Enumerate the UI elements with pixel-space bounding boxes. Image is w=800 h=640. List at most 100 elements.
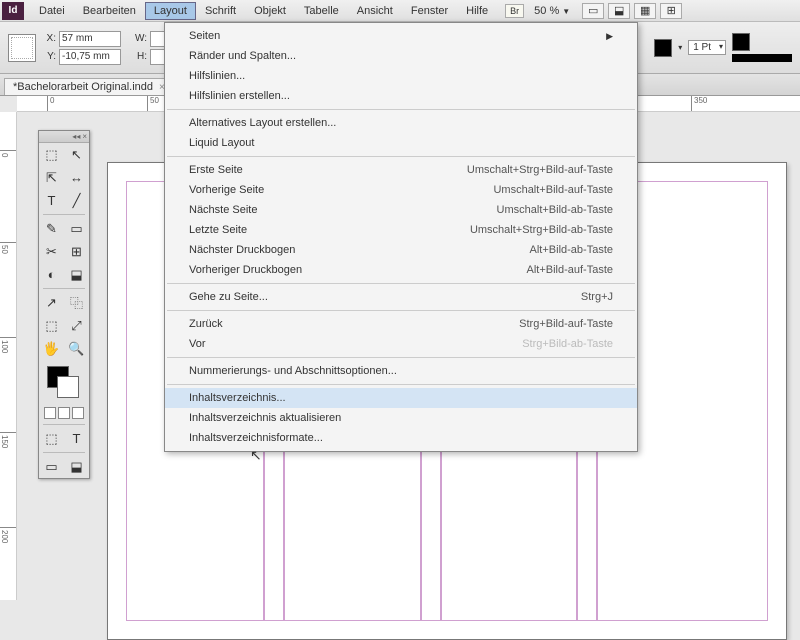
menu-item-letzte-seite[interactable]: Letzte Seite Umschalt+Strg+Bild-ab-Taste (165, 220, 637, 240)
tool-8[interactable]: ✂ (39, 240, 64, 263)
menu-shortcut: Umschalt+Bild-ab-Taste (497, 204, 613, 216)
menu-item-n-chster-druckbogen[interactable]: Nächster DruckbogenAlt+Bild-ab-Taste (165, 240, 637, 260)
menu-item-liquid-layout[interactable]: Liquid Layout (165, 133, 637, 153)
ruler-tick: 200 (0, 527, 16, 543)
tool-1[interactable]: ↖ (64, 143, 89, 166)
zoom-level[interactable]: 50 %▼ (534, 5, 570, 17)
menu-item-label: Gehe zu Seite... (189, 291, 268, 303)
h-label: H: (135, 51, 147, 62)
menu-divider (167, 384, 635, 385)
tool-0[interactable]: ⬚ (39, 143, 64, 166)
tool-5[interactable]: ╱ (64, 189, 89, 212)
menu-tabelle[interactable]: Tabelle (295, 2, 348, 20)
menu-hilfe[interactable]: Hilfe (457, 2, 497, 20)
fill-modes (39, 404, 89, 422)
ruler-tick: 150 (0, 432, 16, 448)
view-icon-2[interactable]: ⬓ (608, 3, 630, 19)
menu-item-vor: VorStrg+Bild-ab-Taste (165, 334, 637, 354)
tool-screen-1[interactable]: T (64, 427, 89, 450)
menu-shortcut: Umschalt+Strg+Bild-ab-Taste (470, 224, 613, 236)
menu-objekt[interactable]: Objekt (245, 2, 295, 20)
chevron-down-icon[interactable]: ▾ (678, 43, 682, 52)
menu-item-inhaltsverzeichnisformate[interactable]: Inhaltsverzeichnisformate... (165, 428, 637, 448)
tool-view-1[interactable]: ⬓ (64, 455, 89, 478)
menu-item-gehe-zu-seite[interactable]: Gehe zu Seite...Strg+J (165, 287, 637, 307)
menu-divider (167, 357, 635, 358)
tool-14[interactable]: ⬚ (39, 314, 64, 337)
tool-2[interactable]: ⇱ (39, 166, 64, 189)
background-swatch[interactable] (57, 376, 79, 398)
menu-item-label: Hilfslinien erstellen... (189, 90, 290, 102)
stroke-weight[interactable]: 1 Pt (688, 40, 726, 55)
x-input[interactable] (59, 31, 121, 47)
mode-3[interactable] (72, 407, 84, 419)
menu-item-vorherige-seite[interactable]: Vorherige SeiteUmschalt+Bild-auf-Taste (165, 180, 637, 200)
mode-1[interactable] (44, 407, 56, 419)
tool-6[interactable]: ✎ (39, 217, 64, 240)
y-input[interactable] (59, 49, 121, 65)
menu-divider (167, 156, 635, 157)
menu-item-label: Letzte Seite (189, 224, 247, 236)
stroke-swatch[interactable] (732, 33, 750, 51)
menu-item-hilfslinien[interactable]: Hilfslinien... (165, 66, 637, 86)
menu-ansicht[interactable]: Ansicht (348, 2, 402, 20)
menu-bearbeiten[interactable]: Bearbeiten (74, 2, 145, 20)
tool-10[interactable]: ◐ (39, 263, 64, 286)
ruler-tick: 350 (691, 96, 707, 111)
menu-item-erste-seite[interactable]: Erste SeiteUmschalt+Strg+Bild-auf-Taste (165, 160, 637, 180)
tool-11[interactable]: ⬓ (64, 263, 89, 286)
tool-3[interactable]: ↔ (64, 166, 89, 189)
vertical-ruler[interactable]: 050100150200 (0, 112, 17, 600)
tool-12[interactable]: ↗ (39, 291, 64, 314)
menu-item-alternatives-layout-erstellen[interactable]: Alternatives Layout erstellen... (165, 113, 637, 133)
tool-17[interactable]: 🔍 (64, 337, 89, 360)
menu-item-hilfslinien-erstellen[interactable]: Hilfslinien erstellen... (165, 86, 637, 106)
document-tab[interactable]: *Bachelorarbeit Original.indd× (4, 78, 174, 95)
menu-item-label: Nächste Seite (189, 204, 257, 216)
menu-item-n-chste-seite[interactable]: Nächste Seite Umschalt+Bild-ab-Taste (165, 200, 637, 220)
menu-datei[interactable]: Datei (30, 2, 74, 20)
view-mode-icons: ▭ ⬓ ▦ ⊞ (582, 3, 682, 19)
ruler-tick: 100 (0, 337, 16, 353)
menu-divider (167, 310, 635, 311)
ruler-tick: 0 (0, 150, 16, 157)
tool-15[interactable]: ⤢ (64, 314, 89, 337)
menu-layout[interactable]: Layout (145, 2, 196, 20)
menu-item-r-nder-und-spalten[interactable]: Ränder und Spalten... (165, 46, 637, 66)
menu-item-label: Seiten (189, 30, 220, 42)
menu-item-label: Alternatives Layout erstellen... (189, 117, 336, 129)
tool-9[interactable]: ⊞ (64, 240, 89, 263)
menu-item-label: Liquid Layout (189, 137, 254, 149)
menu-item-label: Vor (189, 338, 206, 350)
layout-menu-dropdown: Seiten▶Ränder und Spalten...Hilfslinien.… (164, 22, 638, 452)
tool-screen-0[interactable]: ⬚ (39, 427, 64, 450)
menu-schrift[interactable]: Schrift (196, 2, 245, 20)
tool-13[interactable]: ⿻ (64, 291, 89, 314)
toolbox-header[interactable]: ◂◂× (39, 131, 89, 143)
tool-view-0[interactable]: ▭ (39, 455, 64, 478)
menu-fenster[interactable]: Fenster (402, 2, 457, 20)
menu-item-nummerierungs-und-abschnittsoptionen[interactable]: Nummerierungs- und Abschnittsoptionen... (165, 361, 637, 381)
bridge-button[interactable]: Br (505, 4, 524, 18)
reference-point[interactable] (8, 34, 36, 62)
mode-2[interactable] (58, 407, 70, 419)
menu-item-label: Inhaltsverzeichnis aktualisieren (189, 412, 341, 424)
menu-item-seiten[interactable]: Seiten▶ (165, 26, 637, 46)
menu-divider (167, 109, 635, 110)
tool-16[interactable]: 🖐 (39, 337, 64, 360)
menu-item-inhaltsverzeichnis[interactable]: Inhaltsverzeichnis... (165, 388, 637, 408)
menu-shortcut: Alt+Bild-auf-Taste (526, 264, 613, 276)
menubar: Id DateiBearbeitenLayoutSchriftObjektTab… (0, 0, 800, 22)
menu-item-zur-ck[interactable]: ZurückStrg+Bild-auf-Taste (165, 314, 637, 334)
view-icon-1[interactable]: ▭ (582, 3, 604, 19)
tool-7[interactable]: ▭ (64, 217, 89, 240)
menu-item-vorheriger-druckbogen[interactable]: Vorheriger DruckbogenAlt+Bild-auf-Taste (165, 260, 637, 280)
menu-item-label: Inhaltsverzeichnis... (189, 392, 286, 404)
view-icon-3[interactable]: ▦ (634, 3, 656, 19)
fill-swatch[interactable] (654, 39, 672, 57)
tool-4[interactable]: T (39, 189, 64, 212)
color-swatches[interactable] (43, 364, 85, 400)
menu-shortcut: Strg+Bild-auf-Taste (519, 318, 613, 330)
stroke-style[interactable] (732, 54, 792, 62)
view-icon-4[interactable]: ⊞ (660, 3, 682, 19)
